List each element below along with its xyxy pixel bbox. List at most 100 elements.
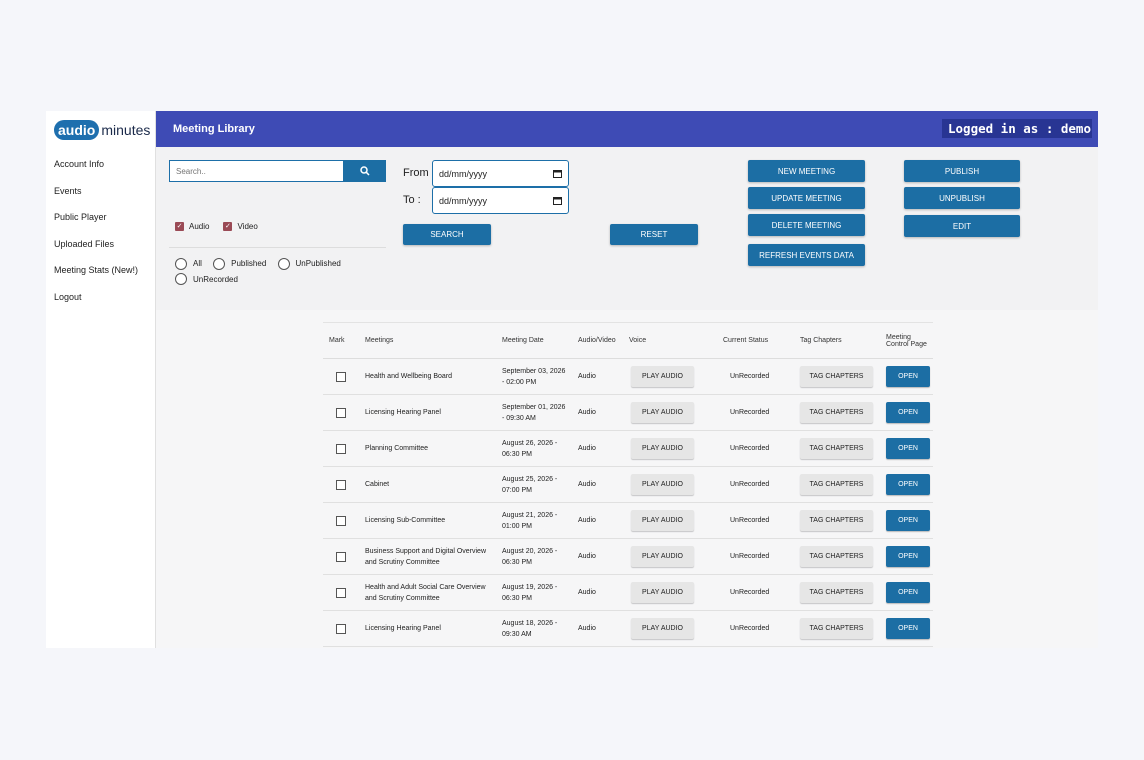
voice-cell: PLAY AUDIO	[623, 358, 717, 395]
unpublish-button[interactable]: UNPUBLISH	[904, 187, 1020, 209]
to-label: To :	[403, 194, 421, 206]
publish-button[interactable]: PUBLISH	[904, 160, 1020, 182]
open-button[interactable]: OPEN	[886, 582, 930, 603]
logged-in-status: Logged in as : demo	[942, 119, 1092, 138]
play-audio-button[interactable]: PLAY AUDIO	[631, 582, 694, 603]
edit-button[interactable]: EDIT	[904, 215, 1020, 237]
tag-chapters-button[interactable]: TAG CHAPTERS	[800, 438, 873, 459]
sidebar-item-public-player[interactable]: Public Player	[54, 204, 138, 231]
tag-chapters-button[interactable]: TAG CHAPTERS	[800, 402, 873, 423]
mark-cell	[323, 358, 359, 395]
meeting-date-cell: September 01, 2026 - 09:30 AM	[496, 394, 572, 431]
open-button[interactable]: OPEN	[886, 366, 930, 387]
play-audio-button[interactable]: PLAY AUDIO	[631, 546, 694, 567]
status-radio-group: All Published UnPublished UnRecorded	[175, 256, 395, 287]
to-date-input[interactable]: dd/mm/yyyy	[432, 187, 569, 214]
sidebar-nav: Account Info Events Public Player Upload…	[54, 151, 138, 310]
radio-published[interactable]: Published	[213, 256, 266, 271]
video-checkbox[interactable]: ✓	[223, 222, 233, 231]
mark-checkbox[interactable]	[336, 551, 346, 562]
audiominutes-logo[interactable]: audio minutes	[54, 115, 151, 145]
mark-cell	[323, 538, 359, 575]
play-audio-button[interactable]: PLAY AUDIO	[631, 366, 694, 387]
calendar-icon[interactable]	[553, 196, 562, 205]
tag-chapters-button[interactable]: TAG CHAPTERS	[800, 366, 873, 387]
mark-checkbox[interactable]	[336, 515, 346, 526]
search-icon-button[interactable]	[343, 160, 386, 182]
meeting-date-line-1: August 25, 2026 -	[502, 475, 558, 483]
tag-chapters-cell: TAG CHAPTERS	[794, 610, 880, 647]
mark-checkbox[interactable]	[336, 587, 346, 598]
sidebar-item-account-info[interactable]: Account Info	[54, 151, 138, 178]
tag-chapters-button[interactable]: TAG CHAPTERS	[800, 546, 873, 567]
sidebar-item-meeting-stats[interactable]: Meeting Stats (New!)	[54, 257, 138, 284]
logo-minutes-text: minutes	[101, 122, 151, 138]
radio-unpublished[interactable]: UnPublished	[277, 256, 341, 271]
open-button[interactable]: OPEN	[886, 546, 930, 567]
sidebar-item-uploaded-files[interactable]: Uploaded Files	[54, 231, 138, 258]
mark-checkbox[interactable]	[336, 443, 346, 454]
mark-checkbox[interactable]	[336, 371, 346, 382]
voice-cell: PLAY AUDIO	[623, 394, 717, 431]
delete-meeting-button[interactable]: DELETE MEETING	[748, 214, 865, 236]
mark-checkbox[interactable]	[336, 623, 346, 634]
mark-cell	[323, 610, 359, 647]
meeting-date-line-2: 07:00 PM	[502, 486, 532, 494]
play-audio-button[interactable]: PLAY AUDIO	[631, 618, 694, 639]
mark-cell	[323, 466, 359, 503]
tag-chapters-cell: TAG CHAPTERS	[794, 430, 880, 467]
meeting-date-cell: August 20, 2026 - 06:30 PM	[496, 538, 572, 575]
search-input[interactable]	[169, 160, 343, 182]
radio-all[interactable]: All	[175, 256, 202, 271]
meeting-name-cell: Cabinet	[359, 466, 496, 503]
to-date-placeholder: dd/mm/yyyy	[439, 195, 488, 206]
voice-cell: PLAY AUDIO	[623, 502, 717, 539]
open-button[interactable]: OPEN	[886, 510, 930, 531]
control-page-cell: OPEN	[880, 538, 933, 575]
tag-chapters-button[interactable]: TAG CHAPTERS	[800, 582, 873, 603]
meeting-name-cell: Licensing Sub-Committee	[359, 502, 496, 539]
mark-checkbox[interactable]	[336, 407, 346, 418]
play-audio-button[interactable]: PLAY AUDIO	[631, 438, 694, 459]
calendar-icon[interactable]	[553, 169, 562, 178]
new-meeting-button[interactable]: NEW MEETING	[748, 160, 865, 182]
status-text: UnRecorded	[730, 409, 770, 416]
status-cell: UnRecorded	[717, 466, 794, 503]
sidebar-item-logout[interactable]: Logout	[54, 284, 138, 311]
audio-checkbox[interactable]: ✓	[175, 222, 184, 231]
play-audio-button[interactable]: PLAY AUDIO	[631, 474, 694, 495]
tag-chapters-cell: TAG CHAPTERS	[794, 394, 880, 431]
radio-published-label: Published	[231, 259, 267, 268]
tag-chapters-button[interactable]: TAG CHAPTERS	[800, 510, 873, 531]
refresh-events-button[interactable]: REFRESH EVENTS DATA	[748, 244, 865, 266]
search-button[interactable]: SEARCH	[403, 224, 491, 245]
tag-chapters-button[interactable]: TAG CHAPTERS	[800, 474, 873, 495]
tag-chapters-button[interactable]: TAG CHAPTERS	[800, 618, 873, 639]
voice-cell: PLAY AUDIO	[623, 466, 717, 503]
meeting-date-line-2: 06:30 PM	[502, 558, 532, 566]
meeting-date-cell: August 18, 2026 - 09:30 AM	[496, 610, 572, 647]
logo-audio-text: audio	[54, 120, 100, 140]
sidebar-item-events[interactable]: Events	[54, 178, 138, 205]
control-page-cell: OPEN	[880, 502, 933, 539]
open-button[interactable]: OPEN	[886, 618, 930, 639]
control-page-cell: OPEN	[880, 574, 933, 611]
reset-button[interactable]: RESET	[610, 224, 698, 245]
open-button[interactable]: OPEN	[886, 474, 930, 495]
control-header-line-2: Control Page	[886, 340, 927, 348]
audio-video-cell: Audio	[572, 610, 623, 647]
mark-checkbox[interactable]	[336, 479, 346, 490]
meeting-date-line-2: 01:00 PM	[502, 522, 532, 530]
meeting-date-cell: September 03, 2026 - 02:00 PM	[496, 358, 572, 395]
meetings-table: Mark Meetings Meeting Date Audio/Video V…	[323, 322, 933, 647]
play-audio-button[interactable]: PLAY AUDIO	[631, 510, 694, 531]
radio-unrecorded[interactable]: UnRecorded	[175, 272, 238, 287]
tag-chapters-cell: TAG CHAPTERS	[794, 358, 880, 395]
filter-panel: ✓ Audio ✓ Video All Published UnPublishe…	[156, 147, 1098, 310]
meeting-name-line-1: Business Support and Digital Overview	[365, 547, 487, 555]
open-button[interactable]: OPEN	[886, 438, 930, 459]
play-audio-button[interactable]: PLAY AUDIO	[631, 402, 694, 423]
update-meeting-button[interactable]: UPDATE MEETING	[748, 187, 865, 209]
open-button[interactable]: OPEN	[886, 402, 930, 423]
from-date-input[interactable]: dd/mm/yyyy	[432, 160, 569, 187]
